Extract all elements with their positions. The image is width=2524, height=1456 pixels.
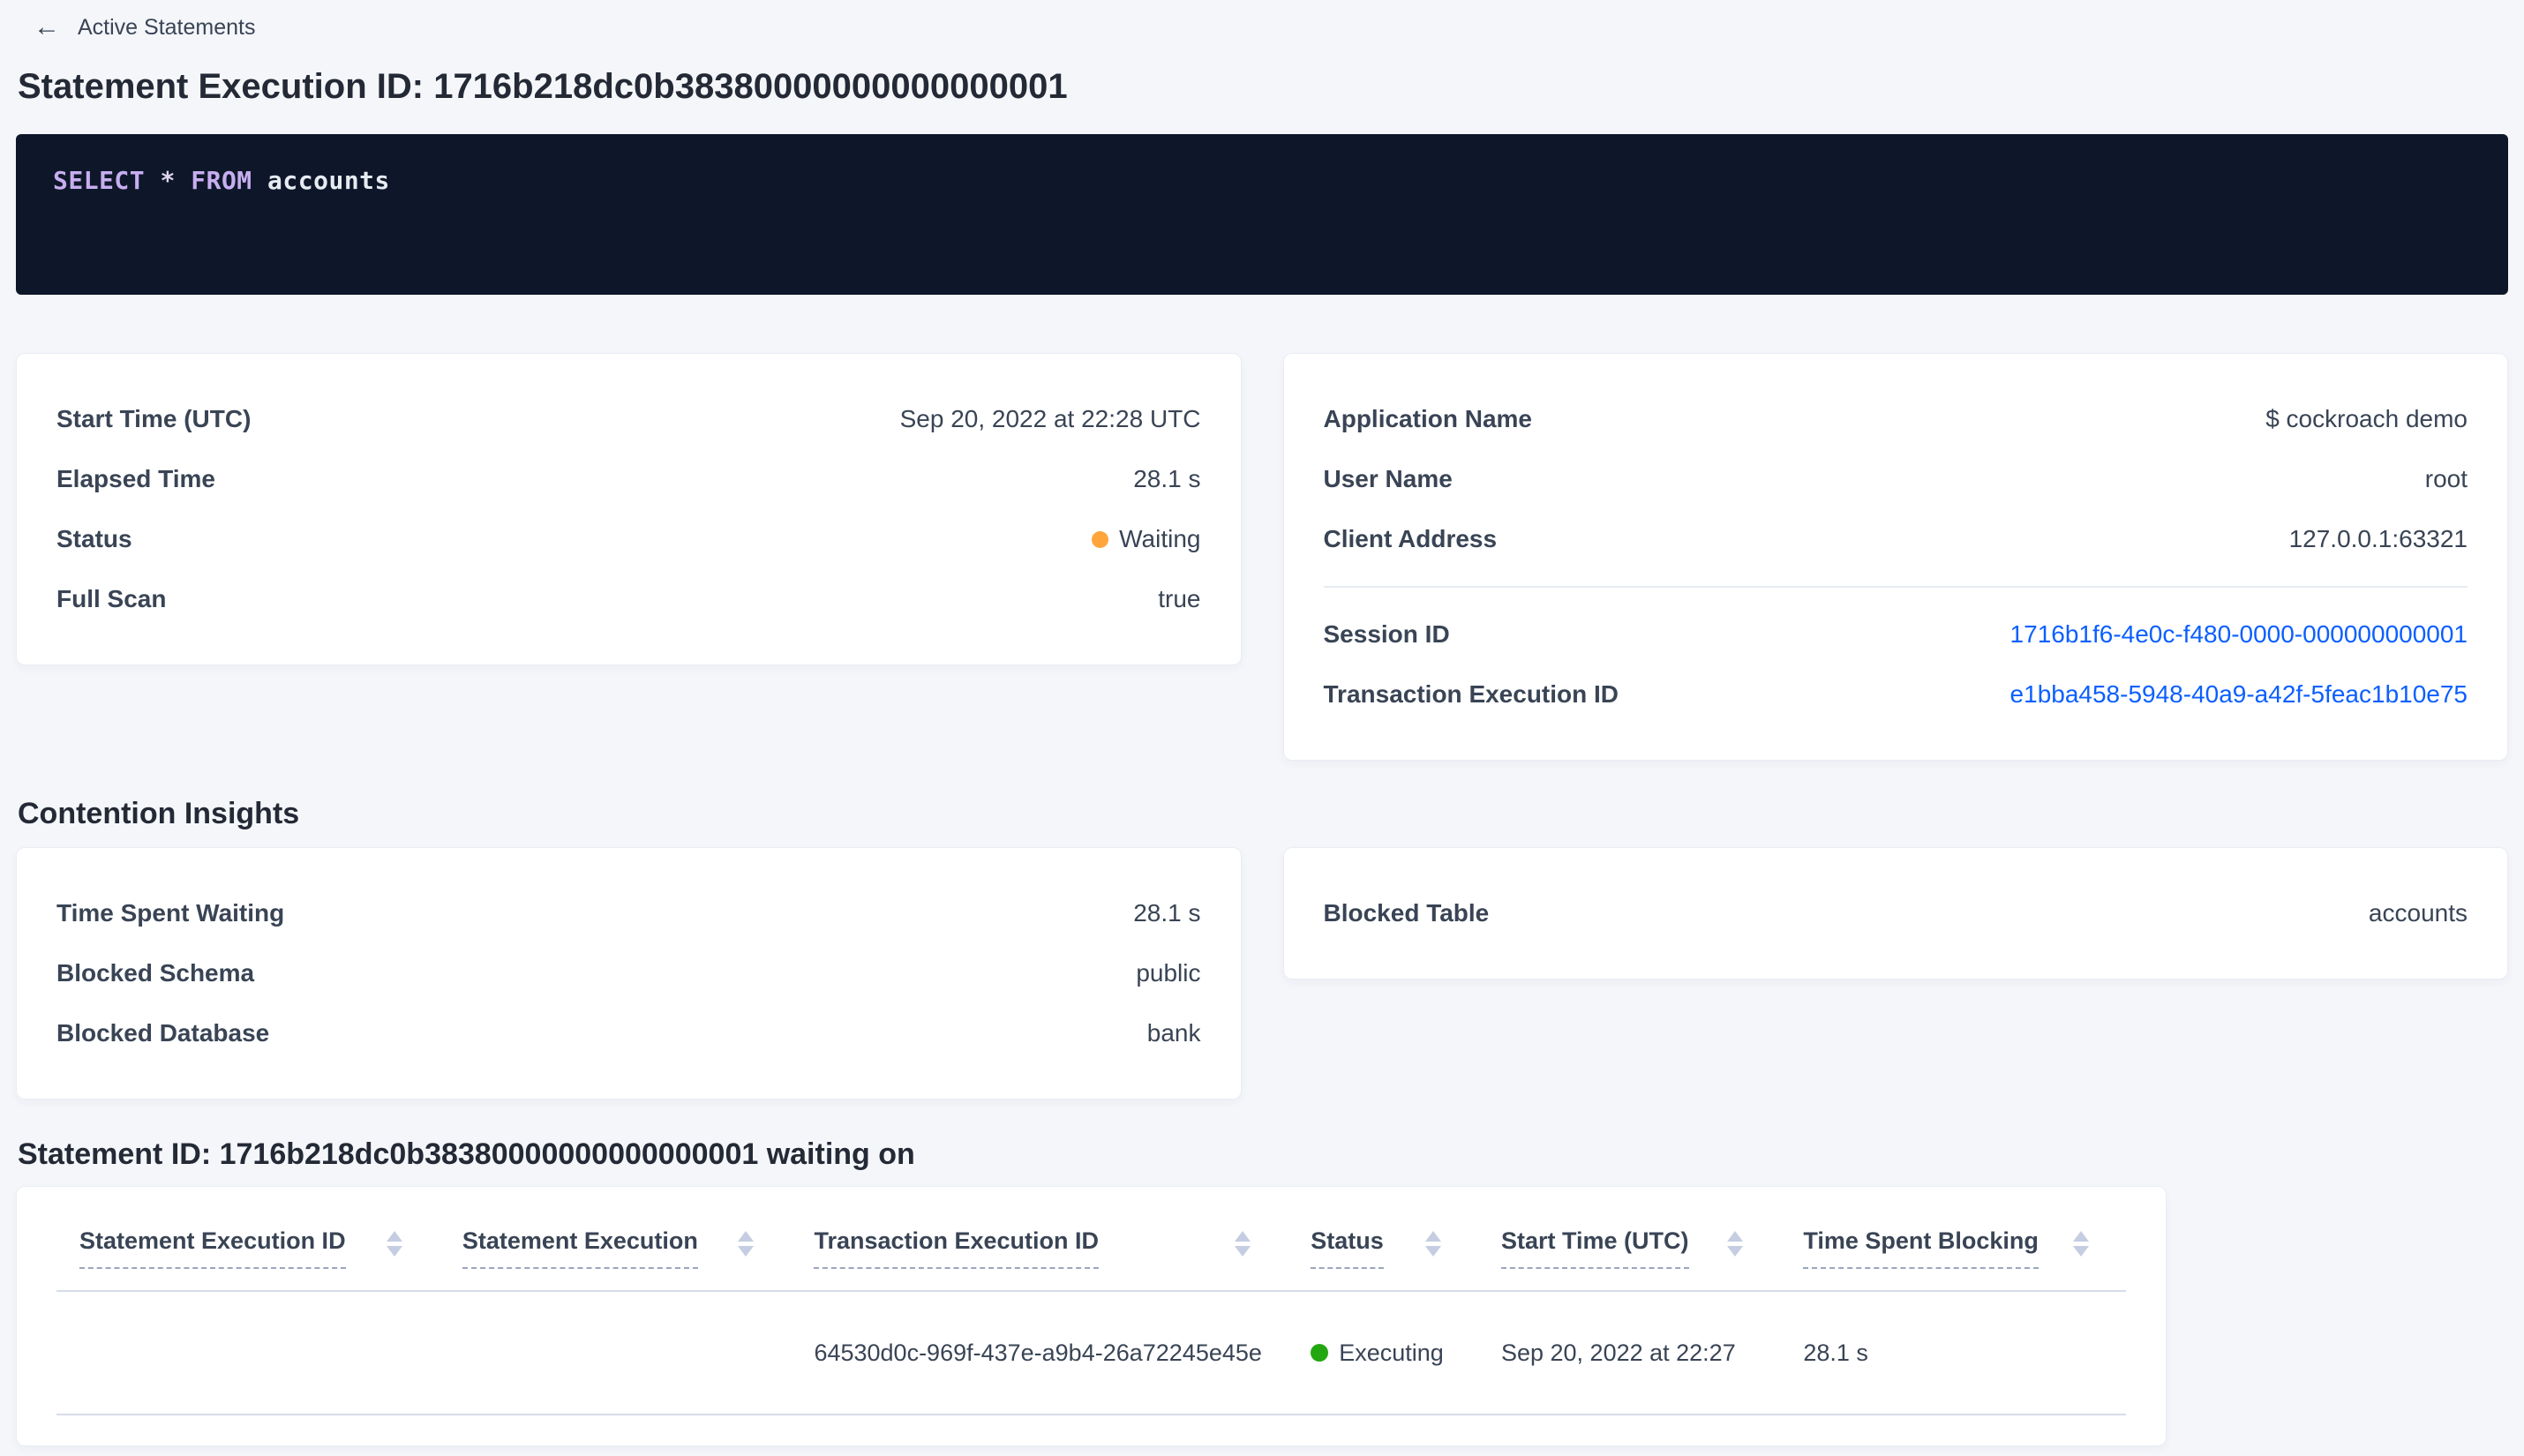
client-address-value: 127.0.0.1:63321: [2288, 525, 2468, 552]
start-time-value: Sep 20, 2022 at 22:28 UTC: [899, 405, 1201, 432]
transaction-execution-id-label: Transaction Execution ID: [1323, 680, 1619, 708]
time-spent-waiting-label: Time Spent Waiting: [56, 899, 285, 927]
client-address-row: Client Address 127.0.0.1:63321: [1324, 509, 2468, 569]
statement-execution-page: ← Active Statements Statement Execution …: [0, 0, 2524, 1456]
elapsed-time-label: Elapsed Time: [56, 465, 216, 492]
elapsed-time-value: 28.1 s: [1133, 465, 1201, 492]
blocked-schema-label: Blocked Schema: [56, 959, 255, 987]
column-label: Statement Execution ID: [79, 1227, 346, 1269]
column-header-time-spent-blocking[interactable]: Time Spent Blocking: [1780, 1187, 2126, 1292]
cell-statement-execution-id: [56, 1291, 439, 1415]
sort-icon: [738, 1231, 755, 1257]
time-spent-waiting-row: Time Spent Waiting 28.1 s: [56, 883, 1201, 943]
contention-cards-row: Time Spent Waiting 28.1 s Blocked Schema…: [16, 847, 2508, 1100]
status-text: Waiting: [1119, 525, 1201, 552]
application-name-label: Application Name: [1323, 405, 1532, 432]
session-id-row: Session ID 1716b1f6-4e0c-f480-0000-00000…: [1324, 604, 2468, 664]
application-name-value: $ cockroach demo: [2265, 405, 2468, 432]
sql-keyword-from: FROM: [191, 166, 252, 195]
column-header-transaction-execution-id[interactable]: Transaction Execution ID: [791, 1187, 1288, 1292]
start-time-row: Start Time (UTC) Sep 20, 2022 at 22:28 U…: [56, 389, 1201, 449]
breadcrumb-label: Active Statements: [78, 14, 256, 40]
transaction-execution-id-row: Transaction Execution ID e1bba458-5948-4…: [1324, 664, 2468, 724]
waiting-statements-table: Statement Execution ID Statement Executi…: [56, 1187, 2126, 1415]
blocked-table-label: Blocked Table: [1323, 899, 1490, 927]
column-label: Time Spent Blocking: [1803, 1227, 2039, 1269]
status-value: Waiting: [1092, 525, 1201, 553]
sort-icon: [1235, 1231, 1251, 1257]
transaction-execution-id-link[interactable]: e1bba458-5948-40a9-a42f-5feac1b10e75: [2010, 680, 2468, 709]
waiting-status-dot-icon: [1092, 530, 1109, 548]
sort-icon: [1727, 1231, 1744, 1257]
session-id-label: Session ID: [1323, 620, 1450, 648]
column-label: Transaction Execution ID: [814, 1227, 1100, 1269]
page-title: Statement Execution ID: 1716b218dc0b3838…: [18, 67, 1068, 106]
user-name-row: User Name root: [1324, 449, 2468, 509]
status-label: Status: [56, 525, 132, 552]
elapsed-time-row: Elapsed Time 28.1 s: [56, 449, 1201, 509]
column-label: Status: [1311, 1227, 1384, 1269]
executing-status-text: Executing: [1339, 1339, 1444, 1366]
client-address-label: Client Address: [1323, 525, 1498, 552]
session-details-card: Application Name $ cockroach demo User N…: [1282, 353, 2508, 761]
card-divider: [1323, 586, 2468, 588]
sql-star-operator: *: [160, 166, 176, 195]
sort-icon: [1424, 1231, 1441, 1257]
table-header-row: Statement Execution ID Statement Executi…: [56, 1187, 2126, 1292]
sql-keyword-select: SELECT: [53, 166, 146, 195]
sort-icon: [386, 1231, 402, 1257]
back-arrow-icon: ←: [34, 12, 60, 41]
status-row: Status Waiting: [56, 509, 1201, 569]
column-header-start-time[interactable]: Start Time (UTC): [1477, 1187, 1781, 1292]
blocked-schema-row: Blocked Schema public: [56, 943, 1201, 1003]
session-id-link[interactable]: 1716b1f6-4e0c-f480-0000-000000000001: [2010, 620, 2468, 649]
blocked-database-value: bank: [1146, 1019, 1201, 1047]
blocked-schema-value: public: [1136, 959, 1201, 987]
sort-icon: [2073, 1231, 2089, 1257]
cell-statement-execution: [439, 1291, 792, 1415]
column-header-status[interactable]: Status: [1288, 1187, 1478, 1292]
blocked-database-row: Blocked Database bank: [56, 1003, 1201, 1063]
blocked-table-card: Blocked Table accounts: [1282, 847, 2508, 979]
full-scan-value: true: [1158, 585, 1201, 612]
waiting-statements-table-card: Statement Execution ID Statement Executi…: [16, 1186, 2167, 1446]
blocked-database-label: Blocked Database: [56, 1019, 270, 1047]
executing-status-dot-icon: [1311, 1344, 1329, 1362]
cell-transaction-execution-id: 64530d0c-969f-437e-a9b4-26a72245e45e: [791, 1291, 1288, 1415]
time-spent-waiting-value: 28.1 s: [1133, 899, 1201, 927]
details-cards-row: Start Time (UTC) Sep 20, 2022 at 22:28 U…: [16, 353, 2508, 761]
blocked-table-row: Blocked Table accounts: [1324, 883, 2468, 943]
table-row: 64530d0c-969f-437e-a9b4-26a72245e45e Exe…: [56, 1291, 2126, 1415]
user-name-label: User Name: [1323, 465, 1453, 492]
waiting-on-heading: Statement ID: 1716b218dc0b38380000000000…: [18, 1137, 915, 1171]
sql-statement-box: SELECT * FROM accounts: [16, 134, 2508, 295]
breadcrumb-active-statements[interactable]: ← Active Statements: [34, 12, 2508, 42]
contention-details-card: Time Spent Waiting 28.1 s Blocked Schema…: [16, 847, 1242, 1100]
cell-start-time: Sep 20, 2022 at 22:27: [1477, 1291, 1781, 1415]
full-scan-label: Full Scan: [56, 585, 167, 612]
start-time-label: Start Time (UTC): [56, 405, 252, 432]
cell-status: Executing: [1288, 1291, 1478, 1415]
application-name-row: Application Name $ cockroach demo: [1324, 389, 2468, 449]
column-header-statement-execution[interactable]: Statement Execution: [439, 1187, 792, 1292]
contention-insights-heading: Contention Insights: [18, 797, 300, 830]
blocked-table-value: accounts: [2368, 899, 2468, 927]
full-scan-row: Full Scan true: [56, 569, 1201, 629]
cell-time-spent-blocking: 28.1 s: [1780, 1291, 2126, 1415]
sql-table-name: accounts: [267, 166, 390, 195]
column-label: Start Time (UTC): [1500, 1227, 1689, 1269]
execution-details-card: Start Time (UTC) Sep 20, 2022 at 22:28 U…: [16, 353, 1242, 665]
user-name-value: root: [2424, 465, 2468, 492]
column-label: Statement Execution: [462, 1227, 698, 1269]
column-header-statement-execution-id[interactable]: Statement Execution ID: [56, 1187, 439, 1292]
